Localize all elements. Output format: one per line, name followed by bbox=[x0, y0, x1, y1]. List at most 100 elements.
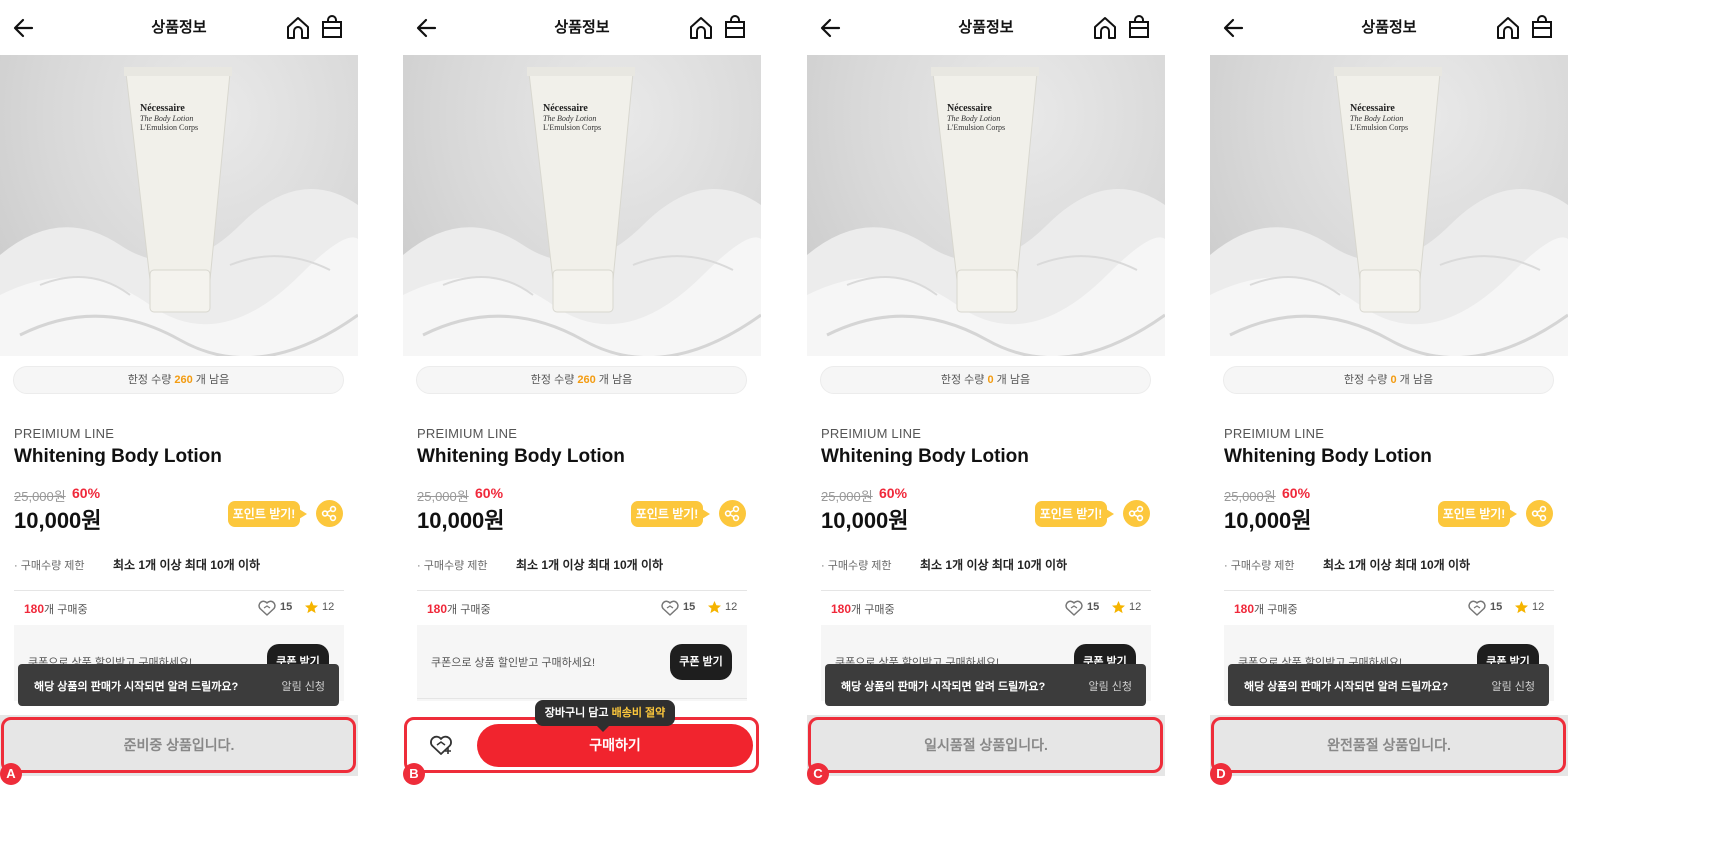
notify-request-button[interactable]: 알림 신청 bbox=[281, 678, 325, 694]
product-image: Nécessaire The Body Lotion L'Emulsion Co… bbox=[0, 55, 358, 356]
buying-count-suffix: 개 구매중 bbox=[1254, 604, 1298, 616]
heart-icon[interactable] bbox=[1065, 600, 1083, 616]
home-icon[interactable] bbox=[1092, 14, 1118, 42]
product-image: Nécessaire The Body Lotion L'Emulsion Co… bbox=[403, 55, 761, 356]
purchase-limit-label: · 구매수량 제한 bbox=[1224, 560, 1295, 572]
buy-now-button[interactable]: 구매하기 bbox=[477, 724, 753, 767]
stock-suffix: 개 남음 bbox=[192, 374, 230, 386]
heart-icon[interactable] bbox=[1468, 600, 1486, 616]
wishlist-heart-icon[interactable] bbox=[429, 734, 455, 756]
tube-brand-text: Nécessaire bbox=[140, 103, 185, 114]
shopping-bag-icon[interactable] bbox=[1126, 13, 1152, 41]
shopping-bag-icon[interactable] bbox=[1529, 13, 1555, 41]
notify-request-button[interactable]: 알림 신청 bbox=[1088, 678, 1132, 694]
cart-tip-text: 장바구니 담고 bbox=[544, 707, 612, 719]
toast-message: 해당 상품의 판매가 시작되면 알려 드릴까요? bbox=[841, 681, 1046, 693]
stock-suffix: 개 남음 bbox=[595, 374, 633, 386]
home-icon[interactable] bbox=[1495, 14, 1521, 42]
unavailable-status-button: 준비중 상품입니다. bbox=[0, 715, 358, 776]
like-count: 15 bbox=[280, 601, 293, 613]
product-detail-screen-d: 상품정보 Nécessaire The Body Lotion L'Emulsi bbox=[1210, 0, 1568, 857]
product-image: Nécessaire The Body Lotion L'Emulsion Co… bbox=[807, 55, 1165, 356]
restock-notify-toast: 해당 상품의 판매가 시작되면 알려 드릴까요? 알림 신청 bbox=[825, 664, 1146, 706]
buying-count: 180개 구매중 bbox=[427, 601, 491, 617]
coupon-banner: 쿠폰으로 상품 할인받고 구매하세요! 쿠폰 받기 bbox=[417, 625, 747, 701]
stock-prefix: 한정 수량 bbox=[530, 374, 578, 386]
buying-count: 180개 구매중 bbox=[24, 601, 88, 617]
divider bbox=[14, 590, 344, 591]
star-icon bbox=[1514, 600, 1529, 615]
discount-rate: 60% bbox=[879, 485, 908, 501]
tube-line-2: The Body Lotion bbox=[1350, 114, 1403, 123]
tube-line-3: L'Emulsion Corps bbox=[1350, 123, 1408, 132]
purchase-limit-label: · 구매수량 제한 bbox=[417, 560, 488, 572]
back-arrow-icon[interactable] bbox=[817, 14, 845, 42]
star-icon bbox=[707, 600, 722, 615]
buying-count-suffix: 개 구매중 bbox=[44, 604, 88, 616]
get-points-button[interactable]: 포인트 받기! bbox=[228, 501, 307, 527]
back-arrow-icon[interactable] bbox=[413, 14, 441, 42]
top-navigation-bar: 상품정보 bbox=[403, 0, 761, 55]
purchase-limit-label: · 구매수량 제한 bbox=[14, 560, 85, 572]
product-image: Nécessaire The Body Lotion L'Emulsion Co… bbox=[1210, 55, 1568, 356]
back-arrow-icon[interactable] bbox=[10, 14, 38, 42]
toast-message: 해당 상품의 판매가 시작되면 알려 드릴까요? bbox=[34, 681, 239, 693]
home-icon[interactable] bbox=[688, 14, 714, 42]
buying-count: 180개 구매중 bbox=[831, 601, 895, 617]
get-points-button[interactable]: 포인트 받기! bbox=[631, 501, 710, 527]
buying-count-number: 180 bbox=[831, 602, 852, 616]
home-icon[interactable] bbox=[285, 14, 311, 42]
heart-icon[interactable] bbox=[258, 600, 276, 616]
share-icon[interactable] bbox=[316, 500, 343, 527]
shopping-bag-icon[interactable] bbox=[319, 13, 345, 41]
stock-count: 260 bbox=[174, 374, 193, 386]
back-arrow-icon[interactable] bbox=[1220, 14, 1248, 42]
purchase-limit-label: · 구매수량 제한 bbox=[821, 560, 892, 572]
variant-marker: A bbox=[0, 763, 22, 785]
notify-request-button[interactable]: 알림 신청 bbox=[1491, 678, 1535, 694]
buying-count-number: 180 bbox=[1234, 602, 1255, 616]
divider bbox=[417, 698, 747, 699]
tube-line-2: The Body Lotion bbox=[543, 114, 596, 123]
get-points-button[interactable]: 포인트 받기! bbox=[1035, 501, 1114, 527]
product-detail-screen-c: 상품정보 Nécessaire The Body Lotion L'Emulsi bbox=[807, 0, 1165, 857]
sale-price: 10,000원 bbox=[14, 508, 102, 533]
tube-line-3: L'Emulsion Corps bbox=[140, 123, 198, 132]
tube-line-2: The Body Lotion bbox=[947, 114, 1000, 123]
product-brand: PREIMIUM LINE bbox=[417, 426, 518, 441]
purchase-limit-value: 최소 1개 이상 최대 10개 이하 bbox=[516, 558, 664, 572]
tube-brand-text: Nécessaire bbox=[947, 103, 992, 114]
tube-brand-text: Nécessaire bbox=[1350, 103, 1395, 114]
variant-marker: C bbox=[807, 763, 829, 785]
variant-marker: B bbox=[403, 763, 425, 785]
tube-brand-text: Nécessaire bbox=[543, 103, 588, 114]
get-coupon-button[interactable]: 쿠폰 받기 bbox=[670, 644, 732, 680]
purchase-limit-value: 최소 1개 이상 최대 10개 이하 bbox=[920, 558, 1068, 572]
product-name: Whitening Body Lotion bbox=[417, 446, 625, 467]
buying-count-suffix: 개 구매중 bbox=[851, 604, 895, 616]
product-brand: PREIMIUM LINE bbox=[821, 426, 922, 441]
product-brand: PREIMIUM LINE bbox=[14, 426, 115, 441]
share-icon[interactable] bbox=[1123, 500, 1150, 527]
like-count: 15 bbox=[1087, 601, 1100, 613]
like-count: 15 bbox=[683, 601, 696, 613]
limited-stock-badge: 한정 수량 0 개 남음 bbox=[820, 366, 1151, 394]
share-icon[interactable] bbox=[719, 500, 746, 527]
stock-prefix: 한정 수량 bbox=[127, 374, 175, 386]
share-icon[interactable] bbox=[1526, 500, 1553, 527]
cart-tip-highlight: 배송비 절약 bbox=[611, 707, 666, 719]
sale-price: 10,000원 bbox=[821, 508, 909, 533]
stock-suffix: 개 남음 bbox=[993, 374, 1031, 386]
rating-count: 12 bbox=[322, 601, 335, 613]
product-name: Whitening Body Lotion bbox=[1224, 446, 1432, 467]
discount-rate: 60% bbox=[1282, 485, 1311, 501]
product-detail-screen-b: 상품정보 Nécessaire The Body Lotion L'Emulsi bbox=[403, 0, 761, 857]
get-points-button[interactable]: 포인트 받기! bbox=[1438, 501, 1517, 527]
product-brand: PREIMIUM LINE bbox=[1224, 426, 1325, 441]
purchase-limit-value: 최소 1개 이상 최대 10개 이하 bbox=[113, 558, 261, 572]
divider bbox=[417, 590, 747, 591]
shopping-bag-icon[interactable] bbox=[722, 13, 748, 41]
unavailable-status-button: 일시품절 상품입니다. bbox=[807, 715, 1165, 776]
heart-icon[interactable] bbox=[661, 600, 679, 616]
product-name: Whitening Body Lotion bbox=[821, 446, 1029, 467]
